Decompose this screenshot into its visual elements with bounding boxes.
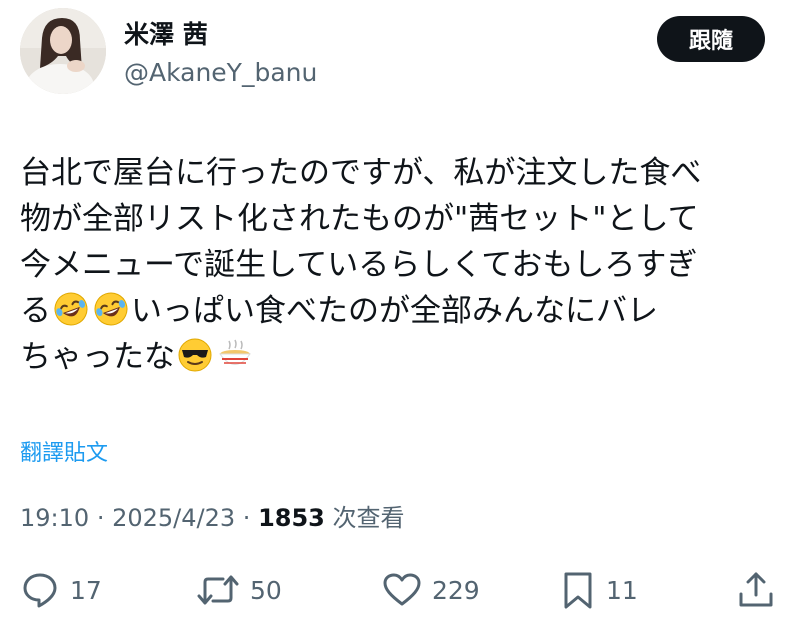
tweet-time[interactable]: 19:10 [20,504,89,532]
tweet-meta: 19:10 · 2025/4/23 · 1853 次查看 [20,503,405,533]
reply-count: 17 [70,575,102,605]
speech-bubble-icon [23,573,57,608]
tweet-line-5-text: ちゃったな [20,339,175,375]
translate-post-link[interactable]: 翻譯貼文 [20,440,108,468]
tweet-line-2: 物が全部リスト化されたものが"茜セット"として [20,201,699,237]
views-label: 次查看 [332,504,405,532]
views-count: 1853 [258,504,325,532]
follow-button[interactable]: 跟隨 [657,16,765,62]
tweet-line-4-start: る [20,293,51,329]
rofl-emoji [54,292,88,326]
tweet-header: 米澤 茜 @AkaneY_banu 跟隨 [0,0,800,110]
tweet-date[interactable]: 2025/4/23 [112,504,235,532]
reply-button[interactable]: 17 [20,565,102,615]
tweet-line-3: 今メニューで誕生しているらしくておもしろすぎ [20,247,698,283]
tweet-line-5: ちゃったな [20,334,780,380]
action-bar: 17 50 229 11 [0,565,800,615]
retweet-count: 50 [250,575,282,605]
tweet-body: 台北で屋台に行ったのですが、私が注文した食べ 物が全部リスト化されたものが"茜セ… [20,150,780,380]
avatar[interactable] [20,8,106,94]
user-handle[interactable]: @AkaneY_banu [124,58,317,88]
sunglasses-emoji [178,338,212,372]
display-name[interactable]: 米澤 茜 [124,20,208,50]
noodle-bowl-emoji [219,339,251,365]
heart-icon [383,573,421,606]
avatar-photo [20,8,106,94]
share-button[interactable] [736,565,776,615]
share-upload-icon [739,572,773,607]
meta-separator: · [242,504,251,532]
retweet-button[interactable]: 50 [196,565,282,615]
bookmark-button[interactable]: 11 [560,565,638,615]
retweet-arrows-icon [197,575,239,605]
rofl-emoji [94,292,128,326]
meta-separator: · [96,504,105,532]
bookmark-icon [564,572,592,609]
tweet-line-4-end: いっぱい食べたのが全部みんなにバレ [131,293,658,329]
tweet-line-1: 台北で屋台に行ったのですが、私が注文した食べ [20,155,702,191]
like-count: 229 [432,575,480,605]
like-button[interactable]: 229 [382,565,480,615]
tweet-line-4: る いっぱい食べたのが全部みんなにバレ [20,288,780,334]
bookmark-count: 11 [606,575,638,605]
